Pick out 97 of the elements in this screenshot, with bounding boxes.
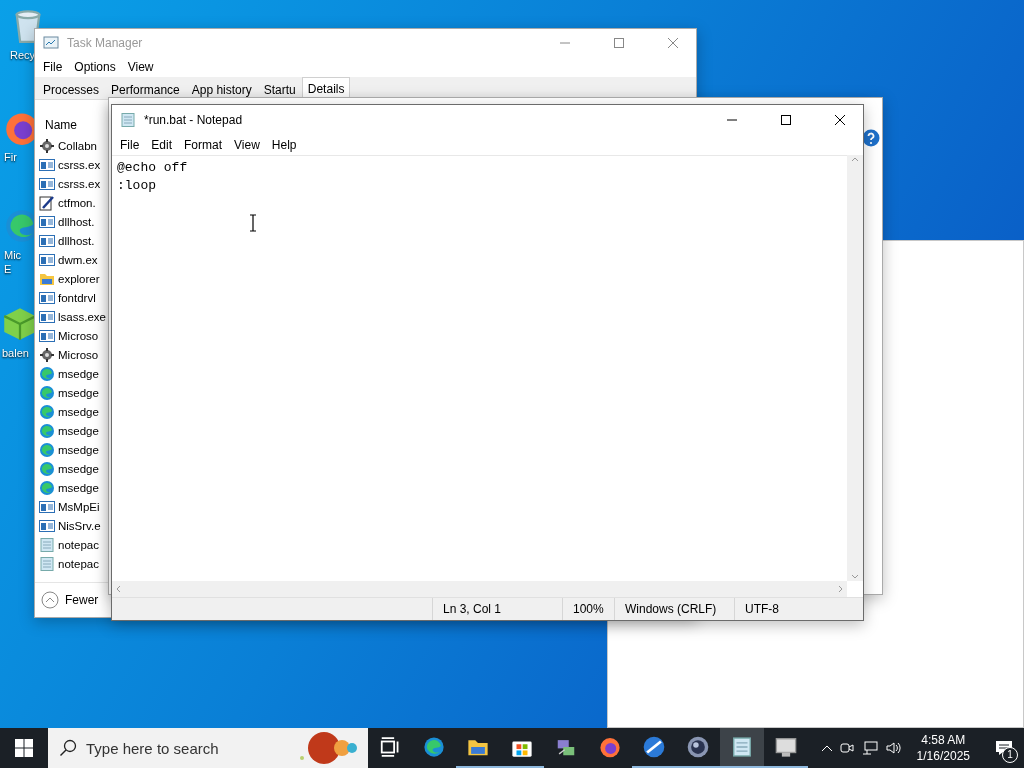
menu-item[interactable]: View <box>121 59 160 75</box>
clock-date: 1/16/2025 <box>916 748 970 764</box>
gear-icon <box>39 346 55 363</box>
desktop-icon-label: Fir <box>4 150 17 164</box>
clock[interactable]: 4:58 AM 1/16/2025 <box>908 732 978 764</box>
menu-item[interactable]: View <box>228 137 266 153</box>
process-name: dwm.ex <box>58 253 98 266</box>
menu-item[interactable]: Format <box>178 137 229 153</box>
edge-icon <box>39 460 55 477</box>
window-icon <box>39 251 55 268</box>
notification-count: 1 <box>1002 747 1018 763</box>
task-view-icon <box>379 736 401 758</box>
collapse-icon <box>41 591 59 609</box>
process-name: msedge <box>58 405 99 418</box>
windows-logo-icon <box>15 739 33 757</box>
status-text: Ln 3, Col 1 <box>432 598 562 620</box>
process-name: msedge <box>58 367 99 380</box>
tab[interactable]: Startu <box>257 79 302 99</box>
window-icon <box>39 232 55 249</box>
process-name: csrss.ex <box>58 177 101 190</box>
notifications-button[interactable]: 1 <box>984 728 1024 768</box>
process-name: dllhost. <box>58 215 95 228</box>
notepad-icon <box>39 555 55 572</box>
pen-icon <box>39 194 55 211</box>
network-icon[interactable] <box>860 740 879 756</box>
process-name: ctfmon. <box>58 196 96 209</box>
process-name: notepac <box>58 538 99 551</box>
window-title: *run.bat - Notepad <box>144 113 244 127</box>
menu-item[interactable]: File <box>114 137 146 153</box>
fewer-details-button[interactable]: Fewer <box>41 591 99 609</box>
menu-item[interactable]: Edit <box>145 137 179 153</box>
edge-icon <box>39 403 55 420</box>
process-name: MsMpEi <box>58 500 100 513</box>
process-name: csrss.ex <box>58 158 101 171</box>
process-name: explorer <box>58 272 100 285</box>
firefox-icon <box>599 736 621 758</box>
process-name: Microso <box>58 329 99 342</box>
edge-icon <box>423 736 445 758</box>
process-name: msedge <box>58 443 99 456</box>
process-name: notepac <box>58 557 99 570</box>
window-icon <box>39 289 55 306</box>
edge-icon <box>39 384 55 401</box>
search-icon <box>59 739 77 757</box>
desktop-icon-label: balen <box>2 346 29 360</box>
column-header[interactable]: Name <box>45 118 77 132</box>
volume-icon[interactable] <box>884 740 903 756</box>
tab[interactable]: Performance <box>105 79 186 99</box>
search-field[interactable]: Type here to search <box>48 728 368 768</box>
clock-time: 4:58 AM <box>921 732 966 748</box>
process-name: NisSrv.e <box>58 519 101 532</box>
monitor-icon <box>775 736 797 758</box>
edge-icon <box>39 422 55 439</box>
text-cursor-icon <box>249 214 257 232</box>
status-text: UTF-8 <box>734 598 844 620</box>
show-hidden-icons-icon[interactable] <box>820 744 833 752</box>
edge-icon <box>39 441 55 458</box>
task-manager-icon <box>43 35 59 51</box>
close-icon <box>668 38 678 48</box>
desktop-icon-label: Recy <box>10 48 36 62</box>
edge-icon <box>39 365 55 382</box>
desktop-icon-label: Mic E <box>4 248 22 276</box>
process-name: dllhost. <box>58 234 95 247</box>
tab[interactable]: Processes <box>37 79 106 99</box>
process-name: msedge <box>58 481 99 494</box>
process-name: msedge <box>58 462 99 475</box>
window-icon <box>39 327 55 344</box>
window-title: Task Manager <box>67 36 144 50</box>
gear-icon <box>39 137 55 154</box>
camera-icon[interactable] <box>838 740 855 756</box>
maximize-icon <box>614 38 624 48</box>
process-name: Collabn <box>58 139 97 152</box>
window-icon <box>39 308 55 325</box>
window-icon <box>39 517 55 534</box>
menu-item[interactable]: Help <box>265 137 303 153</box>
process-name: fontdrvl <box>58 291 96 304</box>
window-icon <box>39 498 55 515</box>
maximize-icon <box>781 115 791 125</box>
window-icon <box>39 213 55 230</box>
close-icon <box>835 115 845 125</box>
status-text: Windows (CRLF) <box>614 598 734 620</box>
notepad-icon <box>39 536 55 553</box>
process-name: msedge <box>58 424 99 437</box>
process-name: lsass.exe <box>58 310 106 323</box>
window-icon <box>39 175 55 192</box>
menu-item[interactable]: Options <box>68 59 122 75</box>
window-icon <box>39 156 55 173</box>
edge-icon <box>39 479 55 496</box>
process-name: msedge <box>58 386 99 399</box>
taskbar-app-button[interactable] <box>720 728 764 768</box>
notepad-icon <box>731 736 753 758</box>
process-name: Microso <box>58 348 99 361</box>
status-text: 100% <box>562 598 614 620</box>
tab[interactable]: Details <box>301 77 351 99</box>
notepad-icon <box>120 112 136 128</box>
tab[interactable]: App history <box>185 79 258 99</box>
sphere-icon <box>687 736 709 758</box>
menu-item[interactable]: File <box>37 59 69 75</box>
